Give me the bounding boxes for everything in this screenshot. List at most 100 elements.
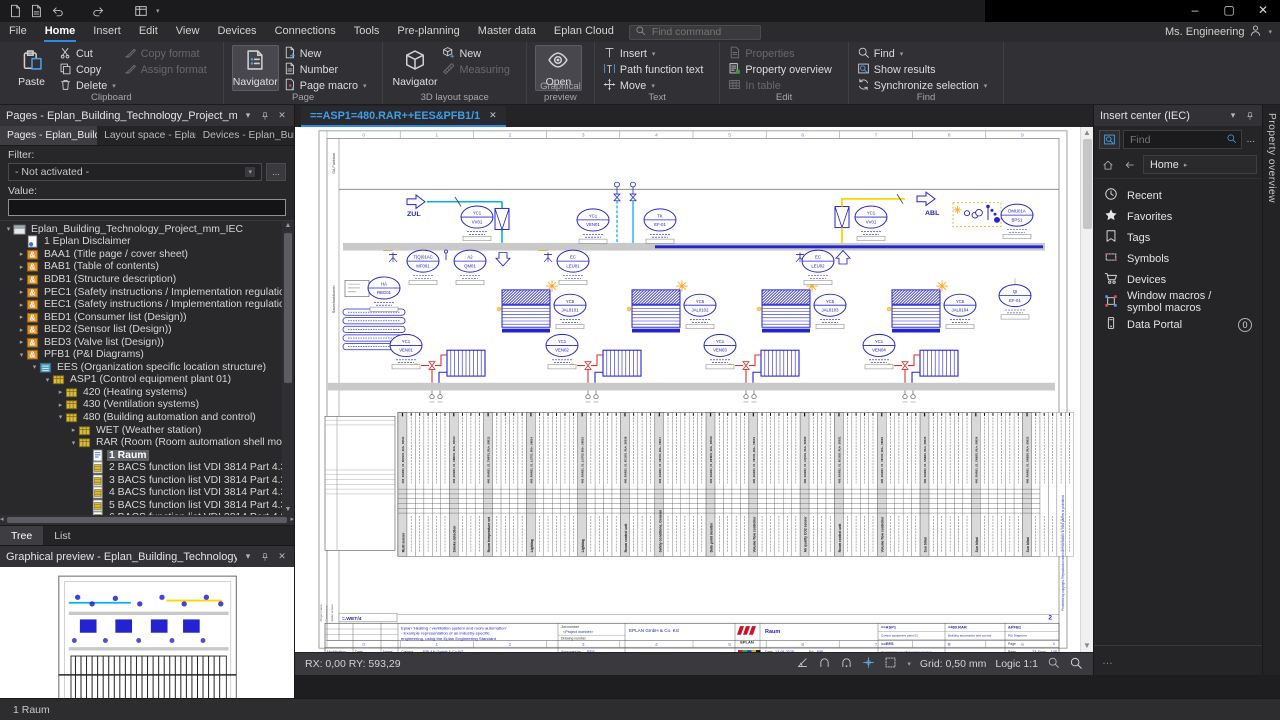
tree-item[interactable]: ▸&BED2 (Sensor list (Design)) — [0, 323, 294, 336]
tree-item[interactable]: ▾RAR (Room (Room automation shell model)… — [0, 436, 294, 449]
insert-center-item-window-macros-symbol-macros[interactable]: Window macros / symbol macros — [1094, 290, 1262, 314]
new-button[interactable]: New — [442, 46, 509, 62]
tree-item[interactable]: 3 BACS function list VDI 3814 Part 4.3 — [0, 474, 294, 487]
number-button[interactable]: Number — [283, 62, 367, 78]
insert-center-find-button[interactable] — [1099, 130, 1120, 149]
tree-item[interactable]: ▸WET (Weather station) — [0, 424, 294, 437]
expander-closed-icon[interactable]: ▸ — [17, 313, 26, 321]
expander-open-icon[interactable]: ▾ — [56, 413, 65, 421]
tree-item[interactable]: ▸420 (Heating systems) — [0, 386, 294, 399]
dock-tab-0[interactable]: Pages - Eplan_Building_... — [0, 126, 97, 145]
expander-open-icon[interactable]: ▾ — [4, 225, 13, 233]
tree-item[interactable]: ▾Eplan_Building_Technology_Project_mm_IE… — [0, 223, 294, 236]
tree-item[interactable]: ▾&PFB1 (P&I Diagrams) — [0, 348, 294, 361]
angle-snap-icon[interactable] — [796, 656, 809, 672]
tree-item[interactable]: 2 BACS function list VDI 3814 Part 4.3 — [0, 461, 294, 474]
close-icon[interactable]: ✕ — [276, 110, 288, 121]
menu-tab-eplan-cloud[interactable]: Eplan Cloud — [545, 22, 623, 42]
canvas-vertical-scrollbar[interactable]: ▲ ▼ — [1080, 127, 1093, 652]
open-page-icon[interactable] — [29, 4, 43, 18]
insert-center-item-devices[interactable]: Devices — [1094, 269, 1262, 290]
tree-item[interactable]: ▸&BAA1 (Title page / cover sheet) — [0, 248, 294, 261]
arc-mode-icon[interactable] — [818, 656, 831, 672]
user-area[interactable]: Ms. Engineering ▾ — [1165, 22, 1272, 42]
undo-alt-icon[interactable] — [71, 4, 85, 18]
tree-item[interactable]: ▾480 (Building automation and control) — [0, 411, 294, 424]
find-command-box[interactable] — [629, 25, 761, 40]
expander-closed-icon[interactable]: ▸ — [17, 338, 26, 346]
more-button[interactable]: ... — [1245, 134, 1257, 145]
pin-icon[interactable] — [259, 552, 271, 562]
filter-more-button[interactable]: ... — [266, 163, 286, 181]
tree-item[interactable]: ▸&PEC1 (Safety instructions / Implementa… — [0, 286, 294, 299]
paste-button[interactable]: Paste — [8, 45, 55, 91]
back-icon[interactable] — [1121, 156, 1139, 173]
insert-center-footer[interactable]: … — [1094, 645, 1262, 675]
insert-center-search-box[interactable] — [1123, 130, 1242, 149]
expander-closed-icon[interactable]: ▸ — [17, 250, 26, 258]
insert-center-item-recent[interactable]: Recent — [1094, 185, 1262, 206]
expander-open-icon[interactable]: ▾ — [43, 376, 52, 384]
close-icon[interactable]: ✕ — [489, 110, 497, 121]
view-tab-list[interactable]: List — [43, 526, 81, 546]
arc-dot-mode-icon[interactable] — [840, 656, 853, 672]
expander-open-icon[interactable]: ▾ — [17, 351, 26, 359]
property-overview-button[interactable]: Property overview — [728, 62, 831, 78]
insert-center-item-tags[interactable]: Tags — [1094, 227, 1262, 248]
dock-tab-1[interactable]: Layout space - Eplan_Bu... — [97, 126, 196, 145]
tree-item[interactable]: ▸&BDB1 (Structure description) — [0, 273, 294, 286]
menu-tab-devices[interactable]: Devices — [208, 22, 265, 42]
menu-tab-insert[interactable]: Insert — [84, 22, 130, 42]
tree-item[interactable]: 1 Eplan Disclaimer — [0, 236, 294, 249]
show-results-button[interactable]: Show results — [857, 62, 988, 78]
menu-tab-view[interactable]: View — [167, 22, 209, 42]
home-icon[interactable] — [1099, 156, 1117, 173]
expander-closed-icon[interactable]: ▸ — [56, 388, 65, 396]
tab-property-overview[interactable]: Property overview — [1266, 113, 1277, 675]
expander-open-icon[interactable]: ▾ — [30, 363, 39, 371]
find-command-input[interactable] — [650, 25, 755, 39]
insert-center-item-favorites[interactable]: Favorites — [1094, 206, 1262, 227]
menu-tab-connections[interactable]: Connections — [266, 22, 345, 42]
expander-closed-icon[interactable]: ▸ — [17, 301, 26, 309]
expander-closed-icon[interactable]: ▸ — [17, 326, 26, 334]
maximize-button[interactable]: ▢ — [1212, 0, 1246, 22]
filter-dropdown[interactable]: - Not activated - ▾ — [8, 163, 262, 181]
expander-closed-icon[interactable]: ▸ — [17, 263, 26, 271]
chevron-down-icon[interactable]: ▾ — [907, 660, 911, 668]
value-input[interactable] — [8, 199, 286, 216]
crosshair-icon[interactable] — [862, 656, 875, 672]
expander-closed-icon[interactable]: ▸ — [17, 288, 26, 296]
path-function-text-button[interactable]: Path function text — [603, 62, 703, 78]
expander-closed-icon[interactable]: ▸ — [69, 426, 78, 434]
expander-closed-icon[interactable]: ▸ — [56, 401, 65, 409]
insert-frame-icon[interactable] — [134, 4, 148, 18]
dock-tab-2[interactable]: Devices - Eplan_Building... — [196, 126, 294, 145]
navigator-button[interactable]: Navigator — [391, 45, 438, 91]
new-page-icon[interactable] — [8, 4, 22, 18]
panel-menu-icon[interactable]: ▾ — [1227, 110, 1239, 121]
expander-closed-icon[interactable]: ▸ — [17, 275, 26, 283]
insert-button[interactable]: Insert▾ — [603, 46, 703, 62]
tree-item[interactable]: 4 BACS function list VDI 3814 Part 4.3 — [0, 486, 294, 499]
insert-center-item-symbols[interactable]: Symbols — [1094, 248, 1262, 269]
minimize-button[interactable]: – — [1178, 0, 1212, 22]
tree-item[interactable]: ▸&BED3 (Valve list (Design)) — [0, 336, 294, 349]
find-button[interactable]: Find▾ — [857, 46, 988, 62]
tree-item[interactable]: 1 Raum — [0, 449, 294, 462]
menu-tab-pre-planning[interactable]: Pre-planning — [388, 22, 468, 42]
breadcrumb[interactable]: Home ▸ — [1143, 155, 1257, 174]
new-button[interactable]: New — [283, 46, 367, 62]
zoom-out-icon[interactable] — [1047, 656, 1060, 672]
tree-item[interactable]: 5 BACS function list VDI 3814 Part 4.3 — [0, 499, 294, 512]
close-button[interactable]: ✕ — [1246, 0, 1280, 22]
redo-icon[interactable] — [92, 4, 106, 18]
panel-menu-icon[interactable]: ▾ — [242, 110, 254, 121]
close-icon[interactable]: ✕ — [276, 551, 288, 562]
expander-open-icon[interactable]: ▾ — [69, 439, 78, 447]
pin-icon[interactable] — [259, 111, 271, 121]
tree-item[interactable]: ▸&BAB1 (Table of contents) — [0, 261, 294, 274]
redo-alt-icon[interactable] — [113, 4, 127, 18]
insert-center-search-input[interactable] — [1128, 133, 1223, 147]
menu-tab-edit[interactable]: Edit — [130, 22, 167, 42]
